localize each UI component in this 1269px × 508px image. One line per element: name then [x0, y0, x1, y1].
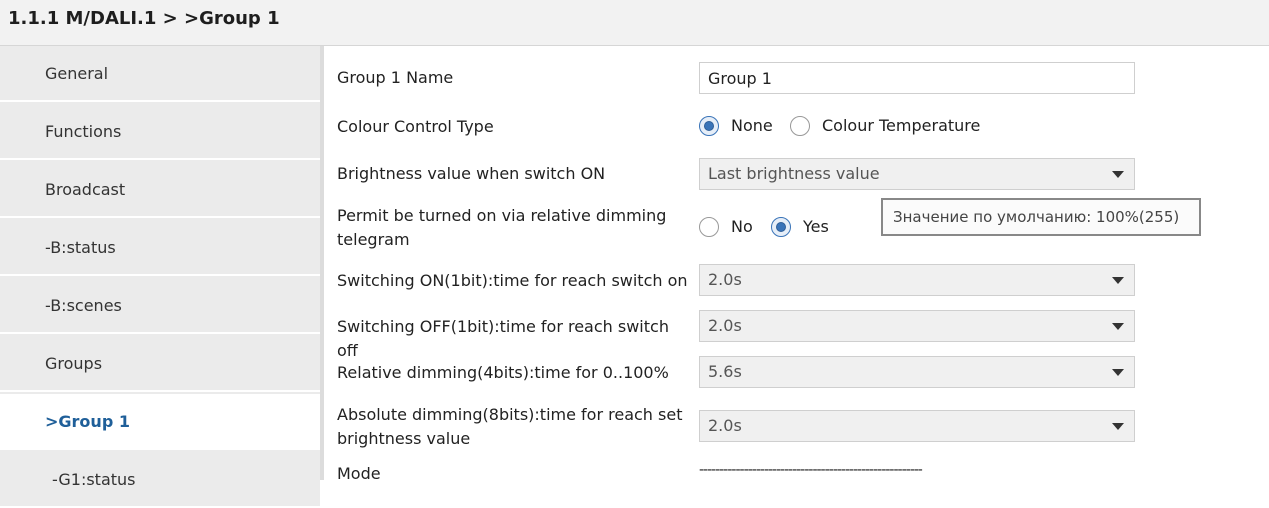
absolute-dimming-label: Absolute dimming(8bits):time for reach s…: [337, 403, 692, 451]
default-value-tooltip: Значение по умолчанию: 100%(255): [881, 198, 1201, 236]
sidebar-item-b-scenes[interactable]: -B:scenes: [0, 278, 320, 334]
radio-checked-icon: [771, 217, 791, 237]
sidebar-item-b-status[interactable]: -B:status: [0, 220, 320, 276]
radio-label: No: [731, 217, 753, 236]
select-value: 2.0s: [708, 416, 742, 435]
relative-dimming-label: Relative dimming(4bits):time for 0..100%: [337, 363, 669, 382]
radio-unchecked-icon: [699, 217, 719, 237]
sidebar-item-g1-status[interactable]: -G1:status: [0, 452, 320, 508]
sidebar-item-label: -B:status: [45, 238, 116, 257]
switch-off-time-select[interactable]: 2.0s: [699, 310, 1135, 342]
permit-relative-label-line1: Permit be turned on via relative dimming: [337, 206, 667, 225]
switch-on-time-label: Switching ON(1bit):time for reach switch…: [337, 271, 688, 290]
sidebar-item-label: -B:scenes: [45, 296, 122, 315]
relative-dimming-select[interactable]: 5.6s: [699, 356, 1135, 388]
title-bar: 1.1.1 M/DALI.1 > >Group 1: [0, 0, 1269, 46]
radio-label: Yes: [803, 217, 829, 236]
sidebar-item-broadcast[interactable]: Broadcast: [0, 162, 320, 218]
select-value: 2.0s: [708, 316, 742, 335]
chevron-down-icon: [1112, 171, 1124, 178]
radio-checked-icon: [699, 116, 719, 136]
chevron-down-icon: [1112, 277, 1124, 284]
sidebar-item-group-1[interactable]: >Group 1: [0, 394, 320, 450]
permit-relative-label: Permit be turned on via relative dimming…: [337, 204, 692, 252]
brightness-on-select[interactable]: Last brightness value: [699, 158, 1135, 190]
absolute-dimming-label-line1: Absolute dimming(8bits):time for reach s…: [337, 405, 683, 424]
switch-on-time-select[interactable]: 2.0s: [699, 264, 1135, 296]
switch-off-time-label: Switching OFF(1bit):time for reach switc…: [337, 317, 669, 360]
parameter-panel: Group 1 Name Colour Control Type None Co…: [324, 46, 1269, 483]
select-value: 2.0s: [708, 270, 742, 289]
group-name-label: Group 1 Name: [337, 68, 454, 87]
sidebar-item-label: Functions: [45, 122, 122, 141]
permit-relative-label-line2: telegram: [337, 230, 410, 249]
radio-unchecked-icon: [790, 116, 810, 136]
sidebar-item-label: General: [45, 64, 109, 83]
chevron-down-icon: [1112, 369, 1124, 376]
absolute-dimming-select[interactable]: 2.0s: [699, 410, 1135, 442]
sidebar-item-label: Broadcast: [45, 180, 126, 199]
sidebar-item-functions[interactable]: Functions: [0, 104, 320, 160]
mode-separator: ----------------------------------------…: [699, 462, 923, 478]
mode-label: Mode: [337, 464, 381, 483]
radio-label: Colour Temperature: [822, 116, 981, 135]
sidebar-item-label: >Group 1: [45, 412, 130, 431]
radio-label: None: [731, 116, 773, 135]
select-value: Last brightness value: [708, 164, 880, 183]
sidebar-item-groups[interactable]: Groups: [0, 336, 320, 392]
colour-control-label: Colour Control Type: [337, 117, 494, 136]
sidebar-item-label: Groups: [45, 354, 103, 373]
breadcrumb: 1.1.1 M/DALI.1 > >Group 1: [8, 8, 280, 29]
select-value: 5.6s: [708, 362, 742, 381]
chevron-down-icon: [1112, 423, 1124, 430]
group-name-input[interactable]: [699, 62, 1135, 94]
absolute-dimming-label-line2: brightness value: [337, 429, 471, 448]
sidebar: General Functions Broadcast -B:status -B…: [0, 46, 320, 508]
sidebar-item-general[interactable]: General: [0, 46, 320, 102]
brightness-on-label: Brightness value when switch ON: [337, 164, 606, 183]
chevron-down-icon: [1112, 323, 1124, 330]
